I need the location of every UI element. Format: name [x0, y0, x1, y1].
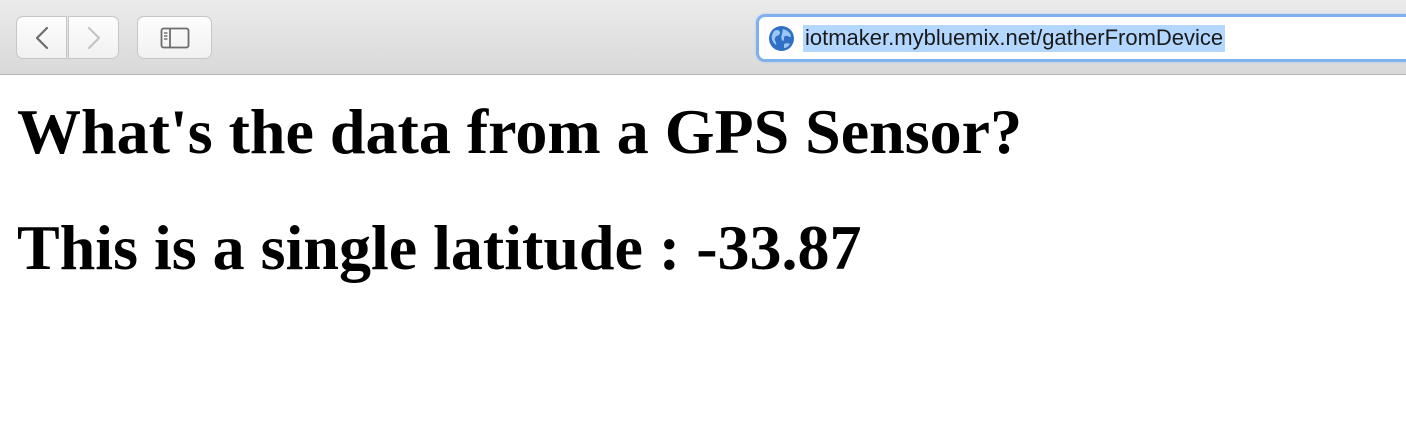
chevron-left-icon: [35, 26, 49, 50]
globe-icon: [768, 25, 795, 52]
forward-button[interactable]: [68, 16, 119, 59]
page-heading: What's the data from a GPS Sensor?: [17, 96, 1023, 167]
chevron-right-icon: [87, 26, 101, 50]
back-button[interactable]: [16, 16, 67, 59]
address-bar[interactable]: iotmaker.mybluemix.net/gatherFromDevice: [756, 14, 1406, 62]
sidebar-icon: [160, 27, 190, 49]
sidebar-toggle-button[interactable]: [137, 16, 212, 59]
browser-toolbar: iotmaker.mybluemix.net/gatherFromDevice: [0, 0, 1406, 75]
latitude-heading: This is a single latitude : -33.87: [17, 212, 862, 283]
page-content: What's the data from a GPS Sensor? This …: [0, 76, 1406, 428]
url-text[interactable]: iotmaker.mybluemix.net/gatherFromDevice: [803, 24, 1226, 52]
